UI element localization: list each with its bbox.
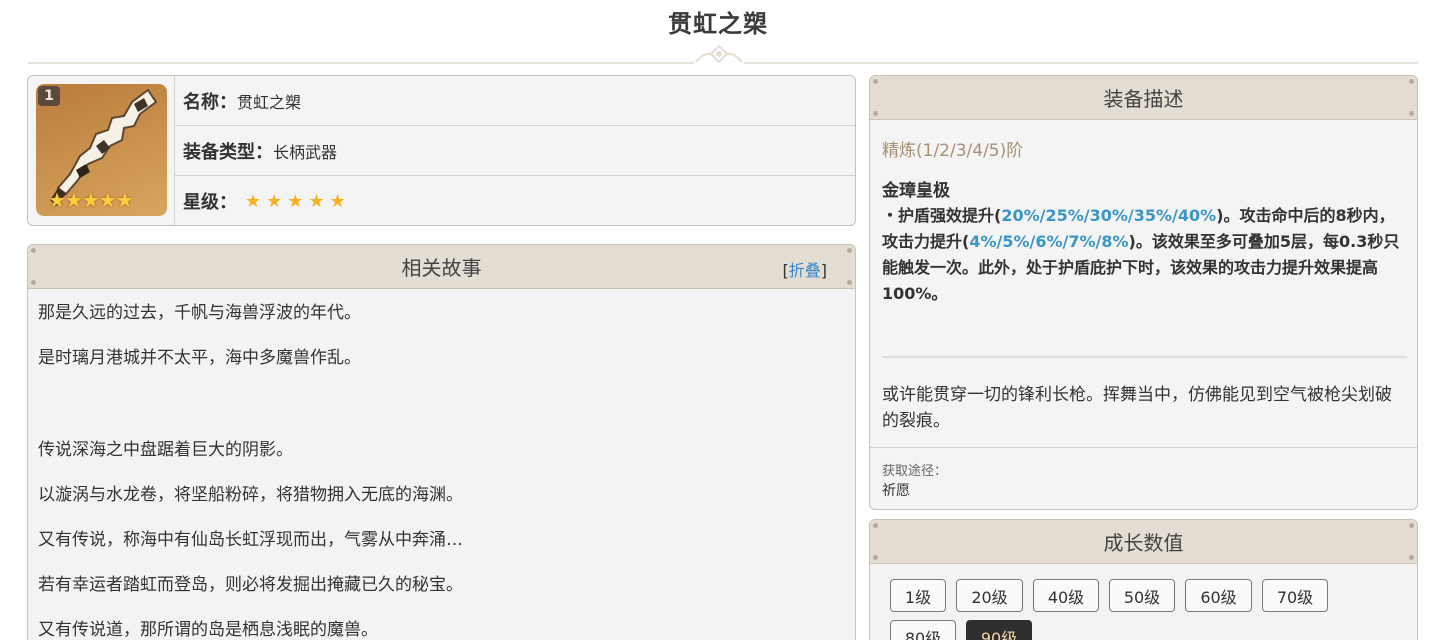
level-20-button[interactable]: 20级 [956,579,1023,612]
description-title: 装备描述 [1103,87,1184,111]
flavor-text: 或许能贯穿一切的锋利长枪。挥舞当中，仿佛能见到空气被枪尖划破的裂痕。 [882,385,1392,431]
corner-dot [847,248,852,253]
description-divider [882,356,1407,358]
corner-dot [873,523,878,528]
description-body: 精炼(1/2/3/4/5)阶 金璋皇极 ・护盾强效提升(20%/25%/30%/… [870,120,1417,307]
story-line: 那是久远的过去，千帆与海兽浮波的年代。 [38,303,361,323]
corner-dot [1409,79,1414,84]
growth-title: 成长数值 [1103,531,1184,555]
story-panel: 相关故事 [折叠] 那是久远的过去，千帆与海兽浮波的年代。 是时璃月港城并不太平… [27,244,856,640]
refine-label: 精炼(1/2/3/4/5)阶 [882,141,1024,161]
corner-dot [31,280,36,285]
info-rows: 名称： 贯虹之槊 装备类型： 长柄武器 星级： ★★★★★ [175,76,855,225]
corner-dot [873,111,878,116]
name-value: 贯虹之槊 [237,92,302,112]
level-90-button[interactable]: 90级 [966,620,1032,640]
growth-panel: 成长数值 1级 20级 40级 50级 60级 70级 80级 90级 [869,519,1418,640]
source-separator [870,447,1417,448]
story-line: 是时璃月港城并不太平，海中多魔兽作乱。 [38,348,361,368]
rarity-stars: ★★★★★ [245,190,351,212]
skill-text: ・护盾强效提升(20%/25%/30%/35%/40%)。攻击命中后的8秒内，攻… [882,203,1405,307]
rarity-key: 星级： [183,192,237,213]
skill-text-part: ・护盾强效提升( [882,206,1002,225]
description-header: 装备描述 [870,76,1417,120]
info-row-rarity: 星级： ★★★★★ [175,176,855,225]
name-key: 名称： [183,91,237,113]
level-70-button[interactable]: 70级 [1262,579,1328,612]
level-60-button[interactable]: 60级 [1185,579,1252,612]
story-line: 又有传说道，那所谓的岛是栖息浅眠的魔兽。 [38,620,378,640]
story-title: 相关故事 [401,256,482,280]
collapse-toggle[interactable]: [折叠] [782,257,827,281]
corner-dot [1409,111,1414,116]
story-line: 若有幸运者踏虹而登岛，则必将发掘出掩藏已久的秘宝。 [38,575,463,595]
type-value: 长柄武器 [273,142,338,162]
corner-dot [873,79,878,84]
growth-header: 成长数值 [870,520,1417,564]
corner-dot [873,555,878,560]
weapon-image: 1 ★★★★★ [36,84,167,216]
refine-badge: 1 [38,86,60,106]
corner-dot [31,248,36,253]
image-rarity-stars: ★★★★★ [48,188,134,212]
level-1-button[interactable]: 1级 [890,579,946,612]
corner-dot [1409,523,1414,528]
level-80-button[interactable]: 80级 [890,620,956,640]
skill-value-highlight: 4%/5%/6%/7%/8% [969,232,1129,251]
collapse-link[interactable]: 折叠 [789,261,821,280]
source-value: 祈愿 [882,483,910,499]
level-50-button[interactable]: 50级 [1109,579,1175,612]
story-header: 相关故事 [折叠] [28,245,855,289]
story-line: 传说深海之中盘踞着巨大的阴影。 [38,440,293,460]
weapon-info-card: 1 ★★★★★ 名称： 贯虹之槊 装备类型： 长柄武器 星级： ★★★★★ [27,75,856,226]
story-line: 又有传说，称海中有仙岛长虹浮现而出，气雾从中奔涌… [38,530,463,550]
story-body: 那是久远的过去，千帆与海兽浮波的年代。 是时璃月港城并不太平，海中多魔兽作乱。 … [28,289,855,640]
skill-name: 金璋皇极 [882,181,950,201]
story-line: 以漩涡与水龙卷，将坚船粉碎，将猎物拥入无底的海渊。 [38,485,463,505]
info-row-type: 装备类型： 长柄武器 [175,126,855,176]
story-gap [38,391,845,438]
corner-dot [1409,555,1414,560]
weapon-image-column: 1 ★★★★★ [28,76,175,225]
corner-dot [847,280,852,285]
source-label: 获取途径： [882,464,948,479]
collapse-bracket-close: ] [820,261,827,280]
info-row-name: 名称： 贯虹之槊 [175,76,855,126]
description-panel: 装备描述 精炼(1/2/3/4/5)阶 金璋皇极 ・护盾强效提升(20%/25%… [869,75,1418,510]
ornament-icon [694,42,744,70]
level-40-button[interactable]: 40级 [1033,579,1099,612]
skill-value-highlight: 20%/25%/30%/35%/40% [1001,206,1217,225]
page-title: 贯虹之槊 [668,10,768,38]
type-key: 装备类型： [183,141,273,163]
